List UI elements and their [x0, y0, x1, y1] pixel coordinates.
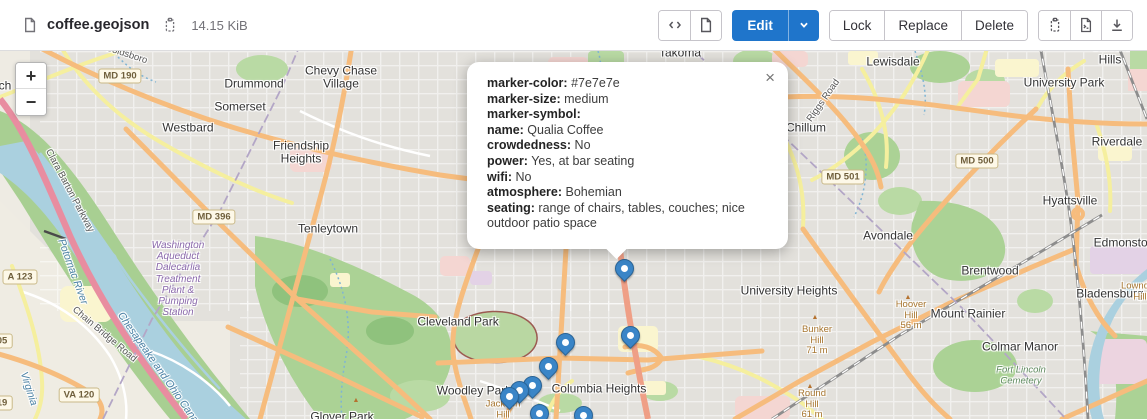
- file-size: 14.15 KiB: [191, 18, 247, 33]
- zoom-in-button[interactable]: +: [16, 63, 46, 89]
- map-viewport[interactable]: TakomaLewisdaleCalvert HillsUniversity P…: [0, 51, 1147, 419]
- popup-field: marker-size: medium: [487, 92, 770, 108]
- rendered-view-button[interactable]: [690, 11, 721, 40]
- delete-button[interactable]: Delete: [961, 11, 1027, 40]
- file-icon: [22, 17, 38, 33]
- popup-field: atmosphere: Bohemian: [487, 185, 770, 201]
- geojson-file-viewer: coffee.geojson 14.15 KiB: [0, 0, 1147, 420]
- feature-popup: × marker-color: #7e7e7emarker-size: medi…: [467, 62, 788, 249]
- view-toggle-group: [658, 10, 722, 41]
- file-name: coffee.geojson: [47, 17, 149, 33]
- replace-button[interactable]: Replace: [884, 11, 961, 40]
- popup-field: power: Yes, at bar seating: [487, 154, 770, 170]
- download-button[interactable]: [1101, 11, 1132, 40]
- popup-field: marker-symbol:: [487, 107, 770, 123]
- edit-split-button: Edit: [732, 10, 819, 41]
- file-code-icon: [1078, 17, 1094, 33]
- clipboard-icon: [162, 17, 178, 33]
- file-utility-group: [1038, 10, 1133, 41]
- document-icon: [698, 17, 714, 33]
- copy-contents-button[interactable]: [1039, 11, 1070, 40]
- open-raw-button[interactable]: [1070, 11, 1101, 40]
- code-icon: [667, 17, 683, 33]
- edit-button[interactable]: Edit: [732, 10, 788, 41]
- zoom-control: + −: [15, 62, 47, 116]
- popup-field: crowdedness: No: [487, 138, 770, 154]
- file-header: coffee.geojson 14.15 KiB: [0, 0, 1147, 51]
- file-actions-group: Lock Replace Delete: [829, 10, 1028, 41]
- download-icon: [1109, 17, 1125, 33]
- code-view-button[interactable]: [659, 11, 690, 40]
- popup-field: name: Qualia Coffee: [487, 123, 770, 139]
- popup-field: marker-color: #7e7e7e: [487, 76, 770, 92]
- edit-dropdown-button[interactable]: [788, 10, 819, 41]
- popup-field: seating: range of chairs, tables, couche…: [487, 201, 770, 232]
- zoom-out-button[interactable]: −: [16, 89, 46, 115]
- chevron-down-icon: [797, 18, 811, 32]
- popup-fields: marker-color: #7e7e7emarker-size: medium…: [487, 76, 770, 232]
- copy-path-button[interactable]: [162, 17, 178, 33]
- popup-field: wifi: No: [487, 170, 770, 186]
- clipboard-icon: [1047, 17, 1063, 33]
- lock-button[interactable]: Lock: [830, 11, 885, 40]
- popup-close-button[interactable]: ×: [763, 67, 777, 88]
